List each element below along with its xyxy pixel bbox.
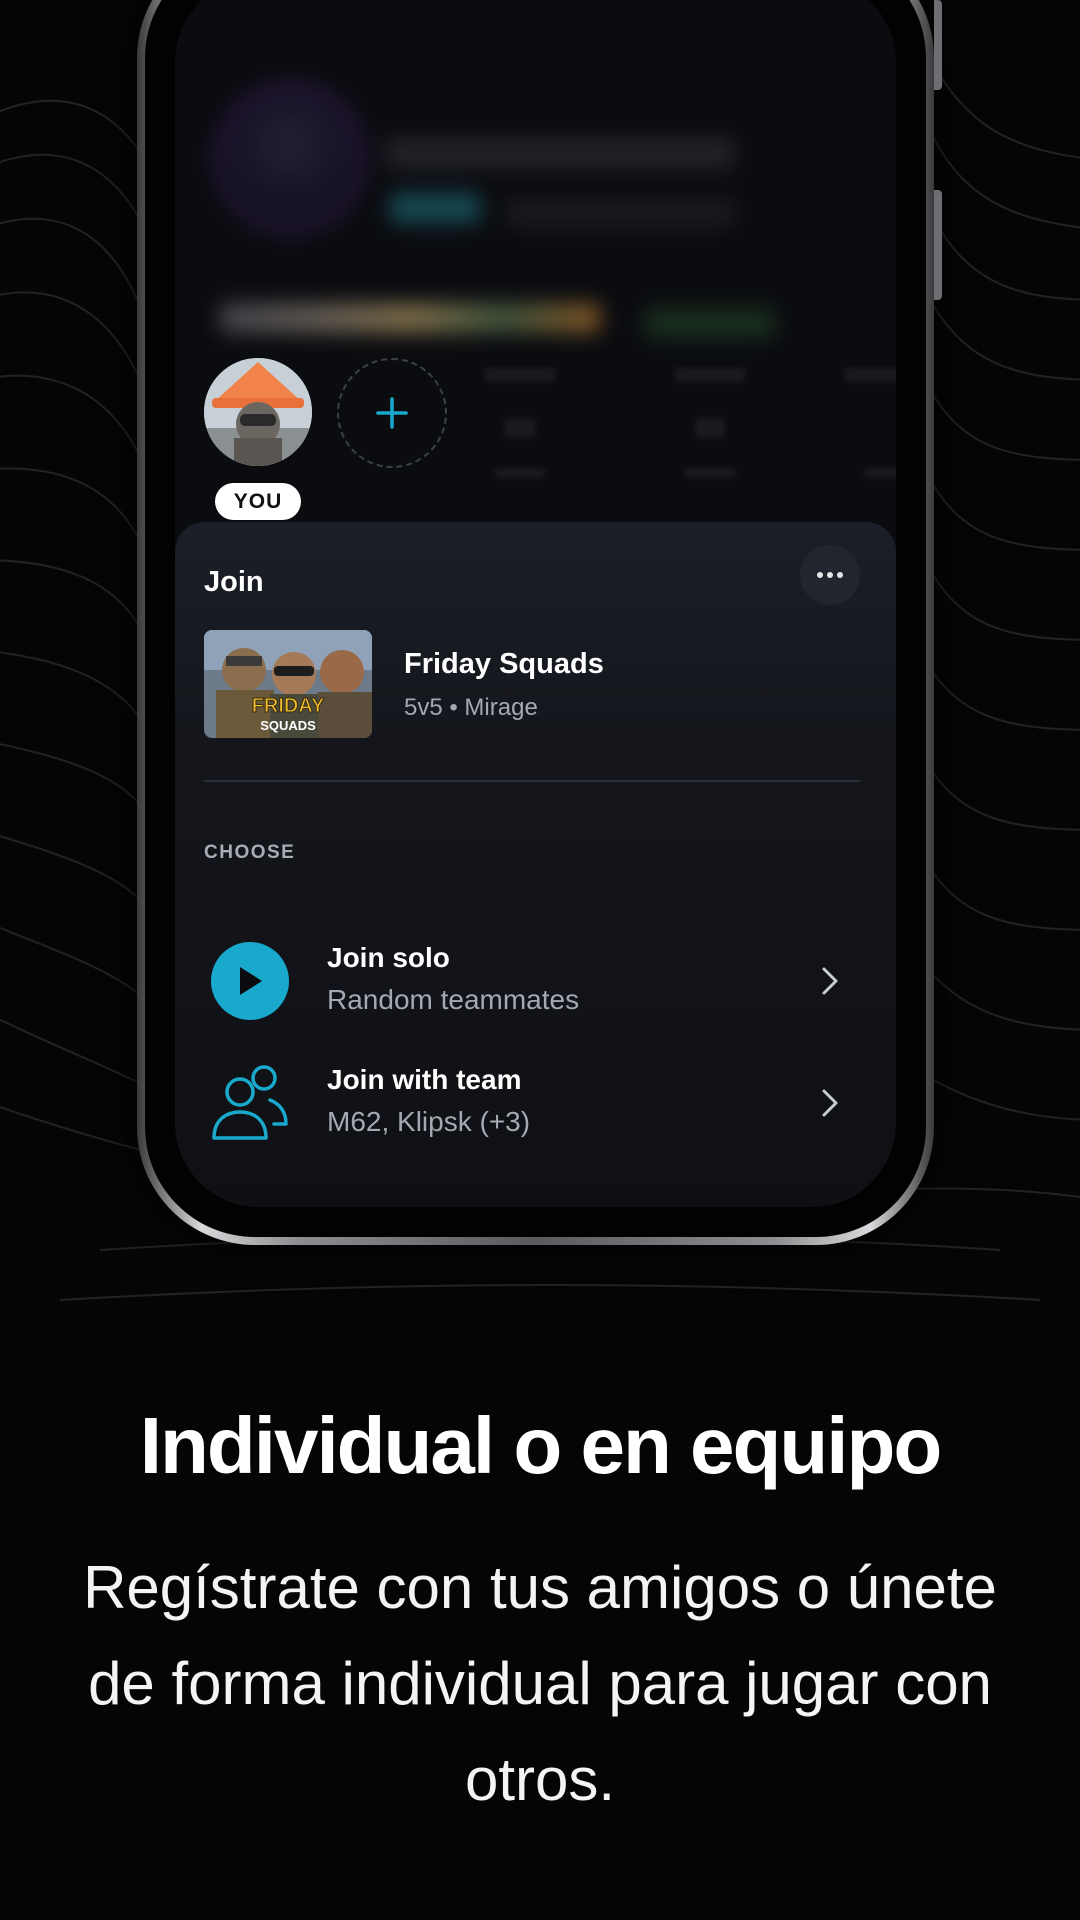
more-horizontal-icon — [817, 572, 843, 578]
thumb-text-bottom: SQUADS — [260, 718, 316, 733]
avatar-image — [204, 358, 312, 466]
empty-slot — [825, 358, 896, 508]
chevron-right-icon — [822, 1089, 838, 1117]
blurred-stats — [220, 303, 600, 333]
thumb-text-top: FRIDAY — [252, 695, 325, 717]
event-subtitle: 5v5 • Mirage — [404, 694, 538, 721]
empty-slot — [655, 358, 765, 508]
add-teammate-button[interactable] — [337, 358, 447, 468]
you-badge: YOU — [215, 483, 301, 520]
blurred-profile-header — [175, 0, 896, 358]
play-icon — [211, 942, 289, 1020]
blurred-name — [385, 138, 735, 168]
join-with-team-option[interactable]: Join with team M62, Klipsk (+3) — [204, 1060, 860, 1160]
blurred-status — [645, 308, 775, 338]
avatar[interactable] — [204, 358, 312, 466]
empty-slot — [465, 358, 575, 508]
promo-subline: Regístrate con tus amigos o únete de for… — [83, 1554, 997, 1813]
users-icon — [212, 1065, 288, 1140]
join-sheet: Join FRIDAY SQUADS Friday Squads 5v5 • M… — [175, 522, 896, 1207]
option-title: Join with team — [327, 1064, 522, 1095]
phone-frame: YOU Join FRIDAY SQUADS Friday Squads 5v5… — [137, 0, 942, 1245]
divider — [204, 780, 860, 782]
join-solo-option[interactable]: Join solo Random teammates — [204, 938, 860, 1038]
promo-headline: Individual o en equipo — [139, 1401, 942, 1490]
choose-label: CHOOSE — [204, 842, 296, 863]
event-thumbnail: FRIDAY SQUADS — [204, 630, 372, 738]
phone-screen: YOU Join FRIDAY SQUADS Friday Squads 5v5… — [175, 0, 896, 1207]
event-name: Friday Squads — [404, 648, 604, 680]
phone-volume-button — [934, 190, 942, 300]
blurred-avatar — [220, 88, 360, 228]
phone-side-button — [934, 0, 942, 90]
option-subtitle: M62, Klipsk (+3) — [327, 1106, 531, 1137]
sheet-title: Join — [204, 566, 264, 598]
option-subtitle: Random teammates — [327, 984, 580, 1015]
phone-bezel: YOU Join FRIDAY SQUADS Friday Squads 5v5… — [145, 0, 926, 1237]
plus-icon — [376, 397, 408, 429]
blurred-meta — [505, 198, 735, 228]
option-title: Join solo — [327, 942, 450, 973]
more-options-button[interactable] — [800, 545, 860, 605]
blurred-badge — [390, 193, 480, 223]
chevron-right-icon — [822, 967, 838, 995]
